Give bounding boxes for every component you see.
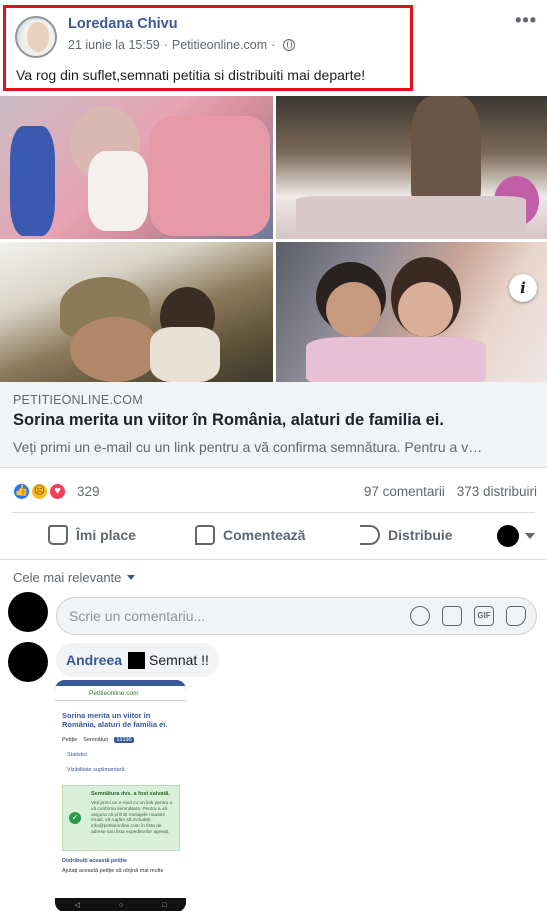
phone-url-bar: Petitieonline.com bbox=[55, 686, 186, 701]
phone-page-title: Sorina merita un viitor în România, alat… bbox=[62, 711, 168, 729]
home-icon: ○ bbox=[118, 901, 124, 909]
share-icon bbox=[360, 525, 380, 545]
sad-reaction-icon[interactable]: ☹ bbox=[30, 482, 49, 501]
divider bbox=[12, 512, 535, 513]
author-avatar[interactable] bbox=[15, 16, 57, 58]
photo-girl-with-toys[interactable] bbox=[276, 96, 547, 239]
phone-tabs: Petiție Semnături 13196 bbox=[62, 737, 134, 743]
link-preview[interactable]: PETITIEONLINE.COM Sorina merita un viito… bbox=[0, 382, 547, 468]
comment-input[interactable] bbox=[69, 598, 399, 634]
post-header: Loredana Chivu 21 iunie la 15:59 · Petit… bbox=[3, 5, 413, 91]
gif-icon[interactable]: GIF bbox=[474, 606, 494, 626]
phone-tab-count: 13196 bbox=[114, 737, 134, 743]
share-as-selector[interactable] bbox=[497, 525, 535, 547]
photo-toddler-with-dolls[interactable] bbox=[0, 96, 273, 239]
comment-label: Comentează bbox=[223, 527, 306, 543]
back-icon: ◁ bbox=[74, 902, 80, 909]
comment-screenshot-attachment[interactable]: Petitieonline.com Sorina merita un viito… bbox=[55, 680, 186, 911]
check-icon: ✓ bbox=[69, 812, 81, 824]
avatar-face bbox=[27, 22, 49, 52]
post-actions: Îmi place Comentează Distribuie bbox=[0, 518, 547, 552]
redaction-box bbox=[128, 651, 146, 669]
photo-man-with-child[interactable] bbox=[0, 242, 273, 382]
share-button[interactable]: Distribuie bbox=[360, 518, 453, 552]
more-options-icon[interactable]: ••• bbox=[515, 10, 537, 31]
post-source[interactable]: Petitieonline.com bbox=[172, 38, 267, 52]
emoji-icon[interactable] bbox=[410, 606, 430, 626]
like-label: Îmi place bbox=[76, 527, 136, 543]
current-user-avatar[interactable] bbox=[8, 592, 48, 632]
commenter-avatar[interactable] bbox=[8, 642, 48, 682]
phone-nav-bar: ◁ ○ □ bbox=[55, 898, 186, 911]
comment-icon bbox=[195, 525, 215, 545]
chevron-down-icon bbox=[525, 533, 535, 539]
phone-link-stats: Statistici bbox=[67, 752, 88, 758]
comment-text: Semnat !! bbox=[149, 652, 209, 668]
chevron-down-icon bbox=[127, 575, 136, 580]
comment-button[interactable]: Comentează bbox=[195, 518, 305, 552]
phone-link-visibility: Vizibilitate suplimentară bbox=[67, 767, 125, 773]
profile-avatar bbox=[497, 525, 519, 547]
globe-icon[interactable] bbox=[283, 39, 296, 51]
author-name[interactable]: Loredana Chivu bbox=[68, 16, 178, 32]
link-domain: PETITIEONLINE.COM bbox=[13, 393, 143, 407]
reaction-count[interactable]: 329 bbox=[77, 484, 100, 499]
photo-two-girls[interactable] bbox=[276, 242, 547, 382]
info-icon[interactable]: i bbox=[509, 274, 537, 302]
phone-page: Sorina merita un viitor în România, alat… bbox=[55, 701, 186, 898]
reactions-summary: ♥ ☹ 👍 329 97 comentarii 373 distribuiri bbox=[0, 478, 547, 506]
phone-share-subtitle: Ajutați această petiție să obțină mai mu… bbox=[62, 868, 164, 874]
phone-tab-petition: Petiție bbox=[62, 737, 78, 743]
post-text: Va rog din suflet,semnati petitia si dis… bbox=[16, 67, 366, 83]
love-reaction-icon[interactable]: ♥ bbox=[48, 482, 67, 501]
photo-collage[interactable] bbox=[0, 96, 547, 382]
meta-separator-2: · bbox=[271, 38, 276, 52]
shares-count[interactable]: 373 distribuiri bbox=[457, 484, 537, 499]
link-title[interactable]: Sorina merita un viitor în România, alat… bbox=[13, 411, 444, 430]
thumbs-up-icon bbox=[48, 525, 68, 545]
phone-success-text: Veți primi un e-mail cu un link pentru a… bbox=[91, 801, 173, 835]
post-date[interactable]: 21 iunie la 15:59 bbox=[68, 38, 160, 52]
like-reaction-icon[interactable]: 👍 bbox=[12, 482, 31, 501]
link-description: Veți primi un e-mail cu un link pentru a… bbox=[13, 439, 483, 455]
phone-success-title: Semnătura dvs. a fost salvată. bbox=[91, 791, 170, 797]
sticker-icon[interactable] bbox=[506, 606, 526, 626]
comments-count[interactable]: 97 comentarii bbox=[364, 484, 445, 499]
sort-label: Cele mai relevante bbox=[13, 570, 122, 585]
engagement-counts: 97 comentarii 373 distribuiri bbox=[356, 484, 537, 499]
commenter-name[interactable]: Andreea bbox=[66, 652, 122, 668]
phone-success-box: ✓ Semnătura dvs. a fost salvată. Veți pr… bbox=[62, 785, 180, 851]
comment-sort-dropdown[interactable]: Cele mai relevante bbox=[13, 570, 136, 585]
share-label: Distribuie bbox=[388, 527, 453, 543]
comment-input-tools: GIF bbox=[410, 606, 526, 626]
comments-section: Cele mai relevante GIF Andreea Semnat !!… bbox=[0, 559, 547, 911]
comment-bubble: Andreea Semnat !! bbox=[56, 643, 219, 677]
phone-tab-signatures: Semnături bbox=[83, 737, 109, 743]
post-meta: 21 iunie la 15:59 · Petitieonline.com · bbox=[68, 38, 296, 52]
comment-input-box[interactable]: GIF bbox=[56, 597, 537, 635]
meta-separator: · bbox=[163, 38, 168, 52]
like-button[interactable]: Îmi place bbox=[48, 518, 136, 552]
recents-icon: □ bbox=[162, 901, 167, 909]
camera-icon[interactable] bbox=[442, 606, 462, 626]
phone-share-title: Distribuiți această petiție bbox=[62, 858, 128, 864]
